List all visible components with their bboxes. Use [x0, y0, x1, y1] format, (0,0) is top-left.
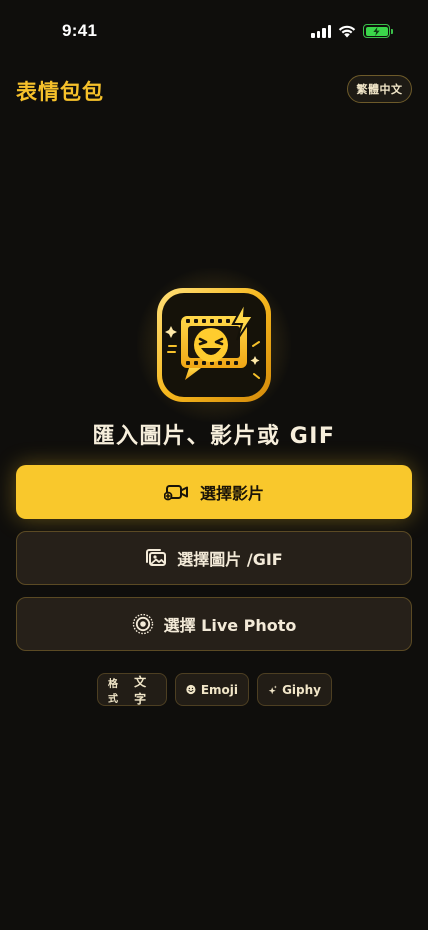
charging-bolt-icon	[373, 26, 380, 36]
language-button[interactable]: 繁體中文	[347, 75, 412, 103]
app-title: 表情包包	[16, 80, 104, 104]
format-text-chip[interactable]: 格式 文字	[97, 673, 167, 706]
select-live-photo-label: 選擇 Live Photo	[163, 616, 297, 635]
page-headline: 匯入圖片、影片或 GIF	[92, 424, 336, 449]
select-video-button[interactable]: 選擇影片	[16, 465, 412, 519]
status-icons	[311, 24, 393, 38]
feature-chips: 格式 文字 Emoji Giphy	[97, 673, 332, 706]
live-photo-icon	[132, 613, 153, 635]
select-live-photo-button[interactable]: 選擇 Live Photo	[16, 597, 412, 651]
giphy-label: Giphy	[282, 682, 321, 697]
cellular-signal-icon	[311, 24, 331, 38]
wifi-icon	[338, 25, 356, 37]
camera-icon	[163, 485, 188, 501]
status-time: 9:41	[62, 21, 98, 40]
select-video-label: 選擇影片	[199, 484, 264, 503]
select-image-gif-button[interactable]: 選擇圖片 /GIF	[16, 531, 412, 585]
text-label: 文字	[134, 674, 147, 706]
gallery-icon	[146, 549, 167, 566]
emoji-icon	[186, 684, 196, 695]
giphy-chip[interactable]: Giphy	[257, 673, 332, 706]
app-logo	[137, 268, 291, 422]
select-image-gif-label: 選擇圖片 /GIF	[177, 550, 283, 569]
sparkle-icon	[268, 684, 277, 694]
emoji-chip[interactable]: Emoji	[175, 673, 249, 706]
emoji-label: Emoji	[200, 682, 238, 697]
format-label: 格式	[108, 678, 118, 705]
status-bar: 9:41	[0, 0, 428, 60]
battery-icon	[363, 24, 393, 38]
